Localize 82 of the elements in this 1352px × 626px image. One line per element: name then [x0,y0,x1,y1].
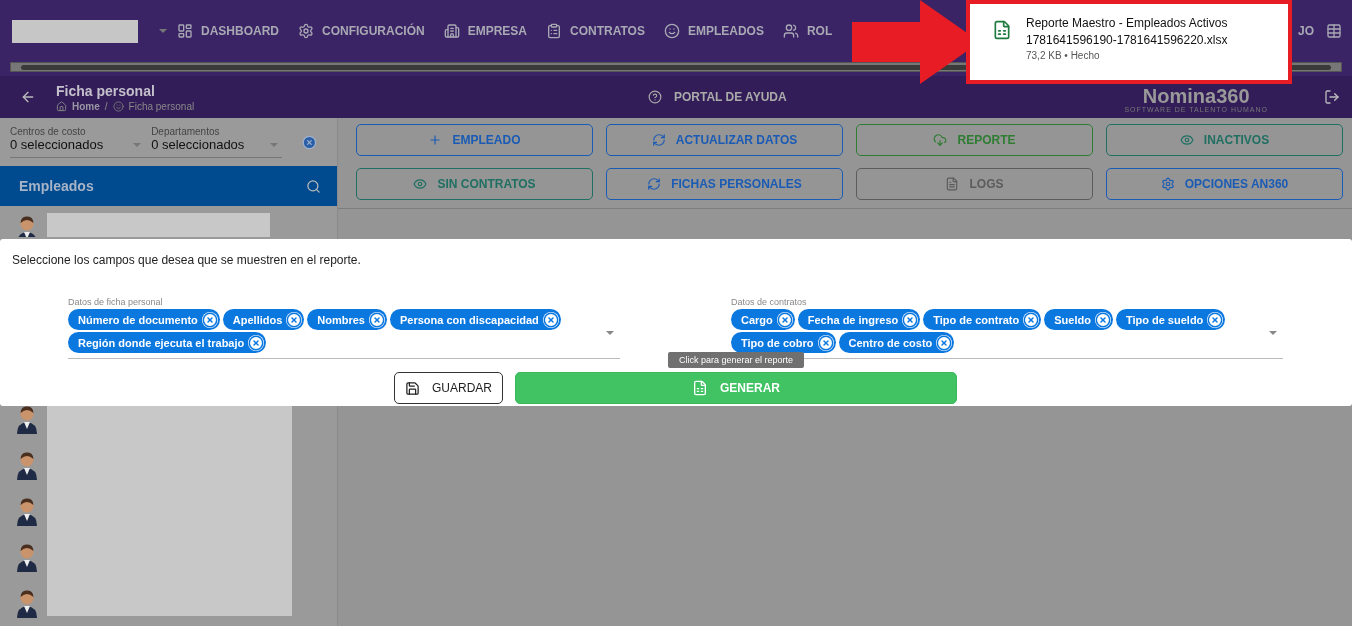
remove-icon[interactable] [1094,311,1111,328]
generate-button[interactable]: GENERAR [515,372,957,404]
field-chip[interactable]: Nombres [307,309,387,330]
dashboard-icon [177,23,193,39]
remove-icon[interactable] [286,311,303,328]
remove-icon[interactable] [542,311,559,328]
filter-label: Centros de costo [10,126,87,137]
nav-link[interactable]: JO [1298,24,1314,38]
help-link[interactable]: PORTAL DE AYUDA [648,90,787,104]
breadcrumb-current: Ficha personal [128,100,195,112]
home-icon [56,100,67,112]
eye-icon [413,177,428,191]
breadcrumb-separator: / [104,100,108,112]
nav-link[interactable]: ROL [782,23,833,39]
spreadsheet-icon [692,380,708,396]
refresh-icon [651,133,666,147]
filter-label: Departamentos [151,126,221,137]
save-button[interactable]: GUARDAR [394,372,503,404]
remove-icon[interactable] [817,334,834,351]
download-status: 73,2 KB • Hecho [1026,50,1101,61]
remove-icon[interactable] [902,311,919,328]
remove-icon[interactable] [776,311,793,328]
building-icon [443,23,460,39]
filter-select[interactable]: 0 seleccionados [151,137,245,152]
field-chip[interactable]: Tipo de cobro [731,332,836,353]
remove-icon[interactable] [201,311,218,328]
action-button[interactable]: LOGS [856,168,1093,200]
remove-icon[interactable] [936,334,953,351]
field-chip[interactable]: Apellidos [222,309,305,330]
nav-link[interactable]: EMPLEADOS [663,23,764,39]
avatar-icon [15,541,39,572]
field-chip[interactable]: Persona con discapacidad [390,309,561,330]
field-chip[interactable]: Centro de costo [838,332,955,353]
tooltip: Click para generar el reporte [668,352,804,368]
download-title: Reporte Maestro - Empleados Activos [1026,16,1228,30]
avatar-icon [15,449,39,480]
eye-icon [1179,133,1194,147]
remove-icon[interactable] [248,334,265,351]
field-chip[interactable]: Fecha de ingreso [797,309,921,330]
remove-icon[interactable] [1207,311,1224,328]
document-icon [945,177,960,191]
people-icon [782,23,799,39]
clear-icon[interactable] [302,134,317,150]
refresh-icon [647,177,662,191]
field-chip[interactable]: Cargo [731,309,795,330]
face-icon [663,23,680,39]
avatar-icon [15,495,39,526]
field-chip[interactable]: Región donde ejecuta el trabajo [68,332,267,353]
breadcrumb-link[interactable]: Home [72,100,100,112]
remove-icon[interactable] [369,311,385,328]
search-icon[interactable] [306,178,321,194]
nav-link[interactable]: CONTRATOS [546,23,645,39]
plus-icon [428,133,443,147]
cloud-download-icon [933,133,948,147]
table-icon[interactable] [1326,23,1342,39]
field-chip[interactable]: Tipo de sueldo [1115,309,1226,330]
nav-link[interactable]: EMPRESA [443,23,527,39]
caret-icon[interactable] [159,29,167,33]
clipboard-icon [546,23,562,39]
spreadsheet-icon [992,20,1012,40]
field-chip[interactable]: Número de documento [68,309,220,330]
settings-icon [1160,177,1175,191]
nav-link[interactable]: CONFIGURACIÓN [298,23,425,39]
panel-title: Empleados [19,178,94,194]
face-icon [112,100,124,112]
page-title: Ficha personal [56,82,156,99]
nav-link[interactable]: DASHBOARD [177,23,279,39]
settings-icon [298,23,314,39]
action-button[interactable]: OPCIONES AN360 [1106,168,1343,200]
remove-icon[interactable] [1023,311,1040,328]
field-chip[interactable]: Tipo de contrato [923,309,1042,330]
multi-select[interactable]: Datos de ficha personal Número de documento Apellidos Nombres Persona con discapacidad Región donde ejecuta el trabajo [68,297,620,359]
avatar-icon [15,403,39,434]
dialog-prompt: Seleccione los campos que desea que se muestren en el reporte. [12,253,362,267]
avatar-icon [15,587,39,618]
logo-text: Nomina360 [1142,86,1250,106]
save-icon [405,380,420,396]
logout-icon[interactable] [1324,89,1340,105]
field-chip[interactable]: Sueldo [1044,309,1113,330]
download-filename: 1781641596190-1781641596220.xlsx [1026,33,1228,47]
filter-select[interactable]: 0 seleccionados [10,137,104,152]
help-icon [648,90,662,104]
